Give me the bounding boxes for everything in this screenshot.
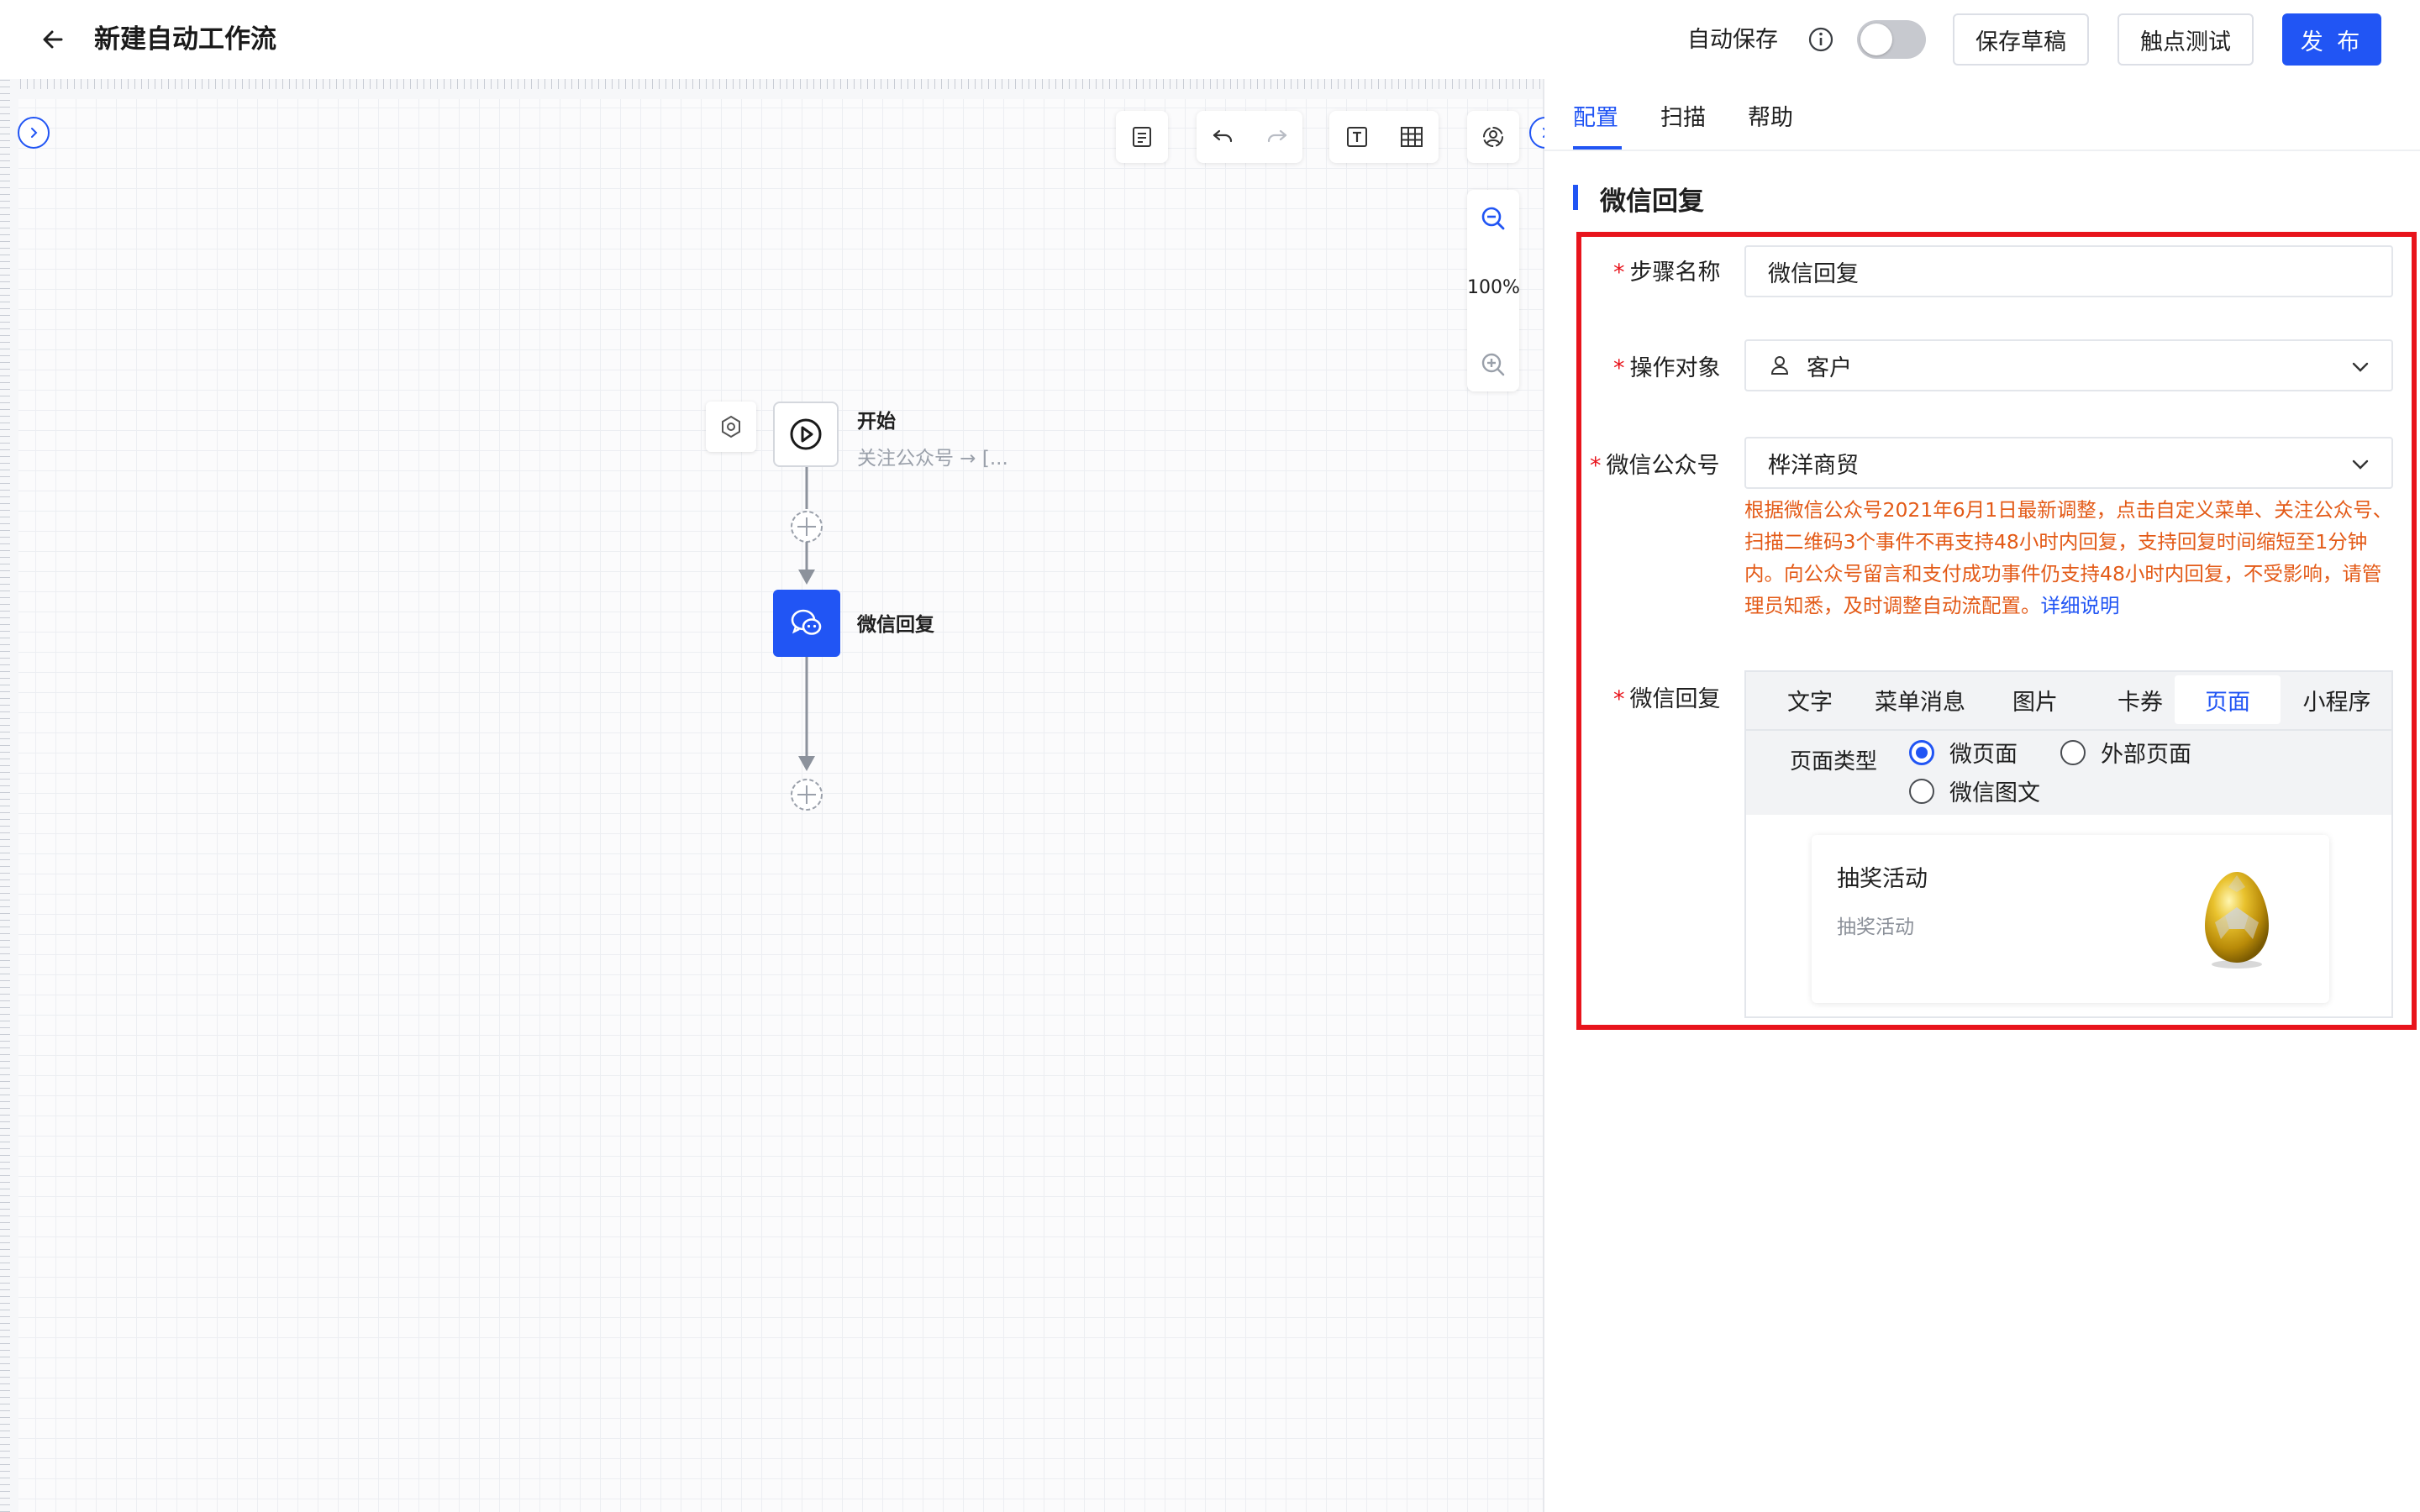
section-title: 微信回复 — [1600, 186, 1704, 217]
info-icon[interactable] — [1807, 25, 1835, 54]
wechat-icon — [791, 609, 822, 635]
touch-test-button[interactable]: 触点测试 — [2118, 13, 2254, 66]
publish-button[interactable]: 发 布 — [2282, 13, 2381, 66]
tab-config[interactable]: 配置 — [1573, 99, 1618, 132]
text-tool-icon[interactable] — [1337, 117, 1377, 157]
zoom-level: 100% — [1467, 277, 1520, 298]
highlight-box — [1576, 232, 2417, 1030]
top-header: 新建自动工作流 自动保存 保存草稿 触点测试 发 布 — [0, 0, 2420, 79]
play-icon — [790, 418, 822, 450]
workflow-canvas[interactable] — [0, 79, 1543, 1512]
ruler-left — [0, 79, 18, 1512]
start-node-title: 开始 — [857, 411, 896, 433]
toolbar-user — [1467, 111, 1519, 163]
zoom-panel: 100% — [1467, 190, 1520, 391]
panel-tabs: 配置 扫描 帮助 — [1544, 79, 2420, 151]
toolbar-notes — [1116, 111, 1168, 163]
undo-icon[interactable] — [1203, 117, 1244, 157]
tab-help[interactable]: 帮助 — [1748, 99, 1793, 132]
tab-scan[interactable]: 扫描 — [1660, 99, 1706, 132]
page-title: 新建自动工作流 — [94, 24, 276, 55]
zoom-out-icon[interactable] — [1473, 198, 1513, 239]
section-accent-bar — [1573, 185, 1578, 210]
tab-active-indicator — [1573, 146, 1622, 150]
back-arrow-icon[interactable] — [34, 20, 72, 59]
autosave-toggle[interactable] — [1857, 20, 1926, 59]
toggle-knob — [1860, 24, 1892, 55]
wechat-node-title: 微信回复 — [857, 614, 934, 636]
node-settings-icon[interactable] — [706, 402, 756, 452]
wechat-reply-node[interactable] — [773, 590, 840, 657]
autosave-label: 自动保存 — [1687, 27, 1778, 53]
start-node[interactable] — [773, 402, 839, 467]
user-focus-icon[interactable] — [1473, 117, 1513, 157]
start-node-subtitle: 关注公众号 → [... — [857, 448, 1008, 470]
notes-icon[interactable] — [1122, 117, 1162, 157]
grid-icon[interactable] — [1392, 117, 1432, 157]
redo-icon[interactable] — [1256, 117, 1297, 157]
zoom-in-icon[interactable] — [1473, 344, 1513, 385]
ruler-top — [0, 79, 1543, 99]
save-draft-button[interactable]: 保存草稿 — [1953, 13, 2089, 66]
toolbar-history — [1197, 111, 1302, 163]
toolbar-insert — [1329, 111, 1439, 163]
expand-left-panel-icon[interactable] — [18, 117, 50, 149]
